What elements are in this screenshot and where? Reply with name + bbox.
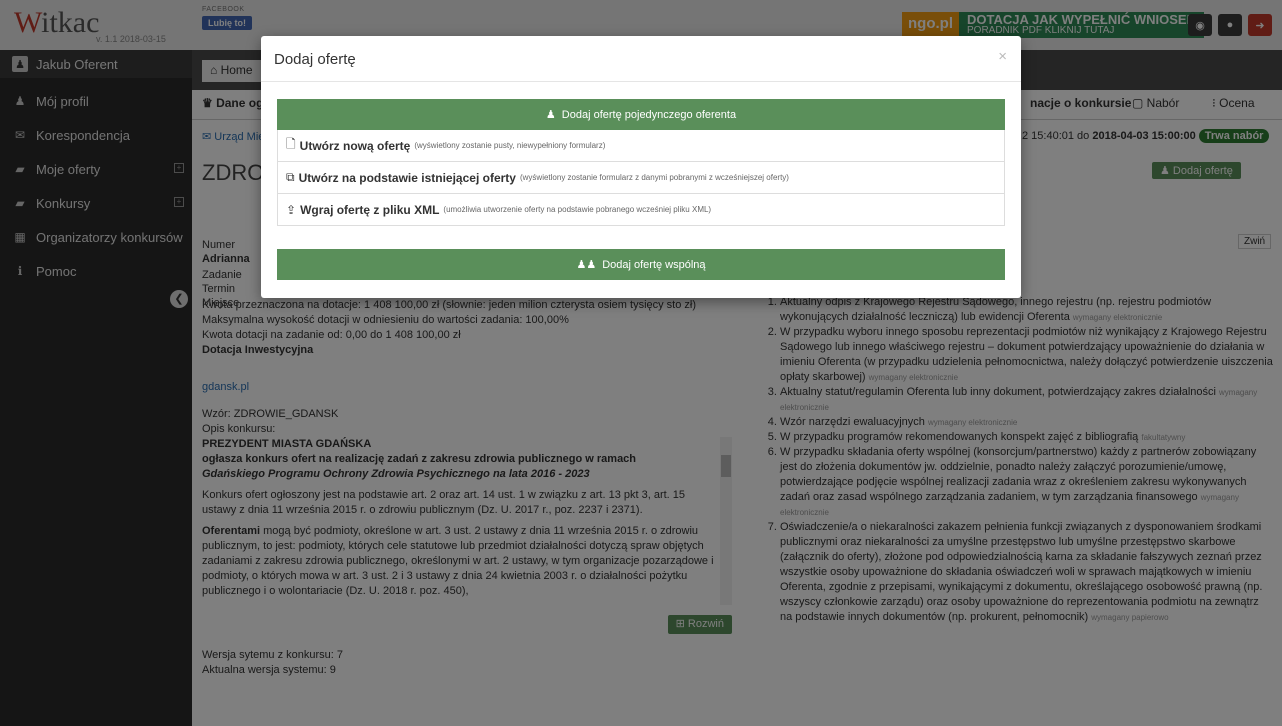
create-from-existing-option[interactable]: ⧉ Utwórz na podstawie istniejącej oferty(… [277,162,1005,194]
joint-offer-button[interactable]: ♟♟ Dodaj ofertę wspólną [277,249,1005,280]
file-icon: 🗋 [286,137,296,151]
upload-xml-option[interactable]: ⇪ Wgraj ofertę z pliku XML (umożliwia utwo… [277,194,1005,226]
create-new-offer-option[interactable]: 🗋 Utwórz nową ofertę (wyświetlony zostanie… [277,130,1005,162]
users-icon: ♟♟ [576,259,597,271]
upload-icon: ⇪ [286,202,297,217]
add-offer-modal: Dodaj ofertę × ♟ Dodaj ofertę pojedynczeg… [261,36,1021,298]
copy-icon: ⧉ [286,170,295,184]
single-offer-header: ♟ Dodaj ofertę pojedynczego oferenta [277,99,1005,130]
user-icon: ♟ [545,109,556,121]
single-offer-section: ♟ Dodaj ofertę pojedynczego oferenta 🗋 Utw… [277,99,1005,226]
joint-offer-section: ♟♟ Dodaj ofertę wspólną [277,249,1005,280]
close-icon[interactable]: × [998,48,1007,65]
modal-title: Dodaj ofertę [274,51,356,68]
